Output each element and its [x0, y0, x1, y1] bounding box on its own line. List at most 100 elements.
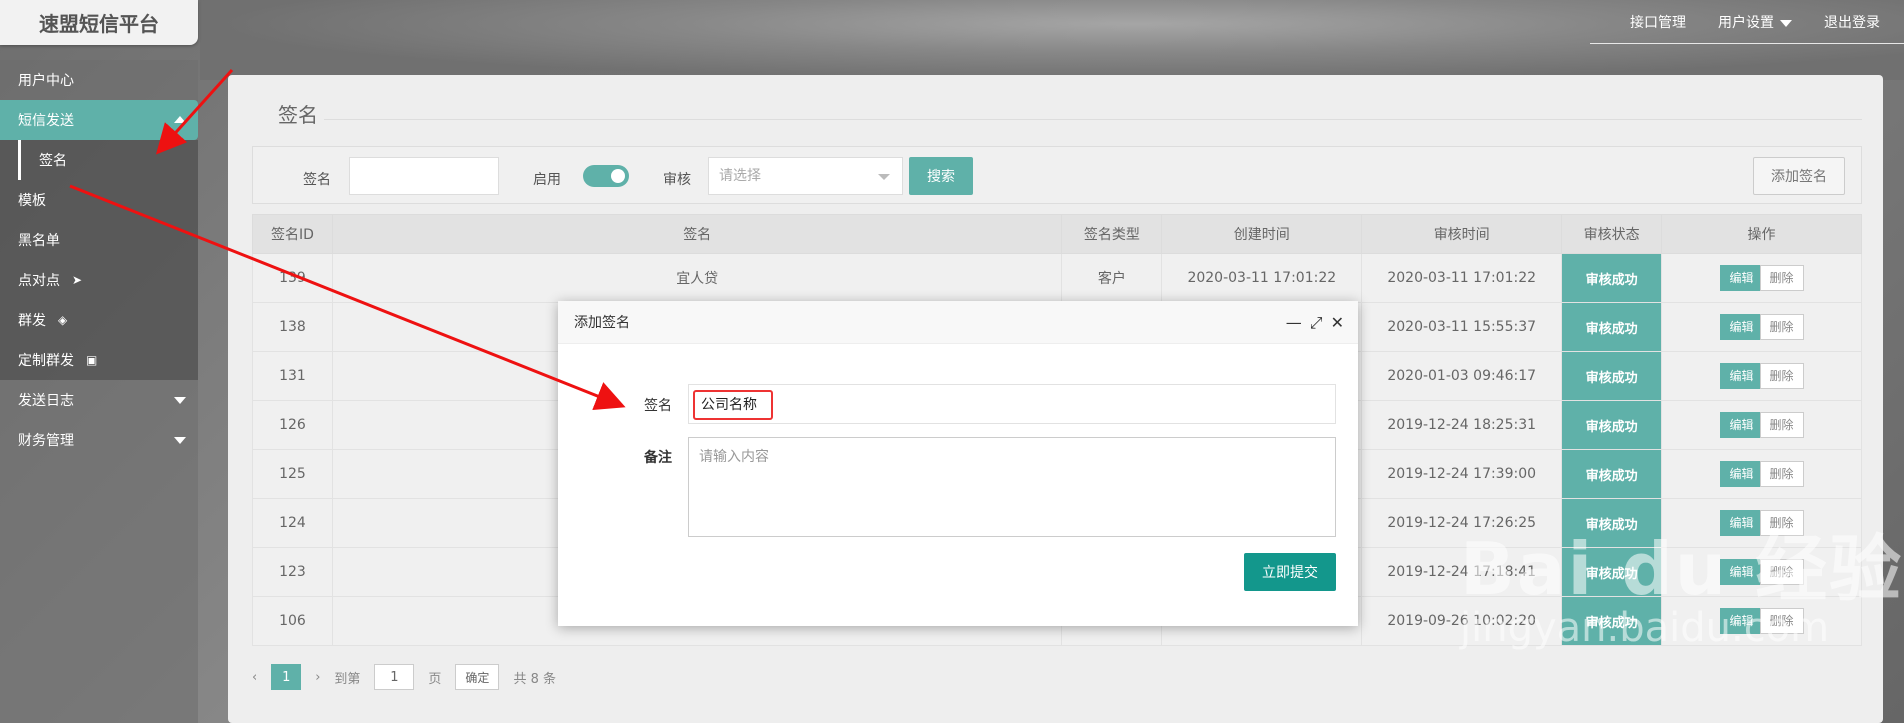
- prev-page-icon[interactable]: ‹: [252, 670, 257, 685]
- status-badge: 审核成功: [1561, 351, 1663, 401]
- chevron-down-icon: [174, 437, 186, 444]
- sidebar-item-label: 点对点: [18, 273, 60, 289]
- cell-audited: 2020-03-11 17:01:22: [1361, 253, 1563, 303]
- sidebar-item-send-log[interactable]: 发送日志: [0, 380, 198, 420]
- col-header: 创建时间: [1161, 214, 1363, 254]
- page-unit-label: 页: [428, 671, 442, 687]
- audit-select[interactable]: 请选择: [708, 157, 903, 195]
- signature-input-value: 公司名称: [693, 390, 773, 420]
- sidebar-item-label: 财务管理: [18, 433, 74, 449]
- pagination: ‹ 1 › 到第 1 页 确定 共 8 条: [252, 664, 556, 690]
- chevron-down-icon: [1780, 19, 1792, 27]
- cell-audited: 2019-12-24 17:39:00: [1361, 449, 1563, 499]
- sidebar: 用户中心 短信发送 签名 模板 黑名单 点对点 ➤ 群发 ◈ 定制群发 ▣ 发送日志 …: [0, 60, 198, 723]
- cell-audited: 2019-12-24 18:25:31: [1361, 400, 1563, 450]
- next-page-icon[interactable]: ›: [315, 670, 320, 685]
- search-button[interactable]: 搜索: [909, 157, 973, 195]
- filter-sign-label: 签名: [303, 172, 331, 188]
- col-header: 审核状态: [1561, 214, 1663, 254]
- cell-type: 客户: [1061, 253, 1163, 303]
- sidebar-item-label: 发送日志: [18, 393, 74, 409]
- title-divider: [252, 119, 1862, 120]
- delete-button[interactable]: 删除: [1759, 412, 1804, 438]
- sidebar-item-p2p[interactable]: 点对点 ➤: [0, 260, 198, 300]
- delete-button[interactable]: 删除: [1759, 314, 1804, 340]
- sidebar-item-label: 短信发送: [18, 113, 74, 129]
- modal-header: 添加签名 — ⤢ ✕: [558, 301, 1358, 344]
- image-icon: ▣: [86, 353, 98, 367]
- cell-id: 125: [252, 449, 333, 499]
- sidebar-item-user-center[interactable]: 用户中心: [0, 60, 198, 100]
- status-badge: 审核成功: [1561, 302, 1663, 352]
- sidebar-item-custom-mass-send[interactable]: 定制群发 ▣: [0, 340, 198, 380]
- sidebar-item-mass-send[interactable]: 群发 ◈: [0, 300, 198, 340]
- cell-actions: 编辑 删除: [1661, 302, 1862, 352]
- delete-button[interactable]: 删除: [1759, 461, 1804, 487]
- minimize-icon[interactable]: —: [1286, 313, 1302, 333]
- sidebar-item-blacklist[interactable]: 黑名单: [0, 220, 198, 260]
- cell-name: 宜人贷: [331, 253, 1063, 303]
- nav-user-settings-label: 用户设置: [1718, 15, 1774, 31]
- cell-id: 123: [252, 547, 333, 597]
- modal-title: 添加签名: [574, 315, 630, 331]
- edit-button[interactable]: 编辑: [1719, 314, 1764, 340]
- cell-id: 131: [252, 351, 333, 401]
- sidebar-submenu: 签名 模板 黑名单 点对点 ➤ 群发 ◈ 定制群发 ▣: [0, 140, 198, 380]
- cell-audited: 2020-01-03 09:46:17: [1361, 351, 1563, 401]
- sidebar-item-sms-send[interactable]: 短信发送: [0, 100, 198, 140]
- table-row: 139 宜人贷 客户 2020-03-11 17:01:22 2020-03-1…: [252, 253, 1862, 303]
- watermark-logo: Bai du 经验: [1460, 527, 1904, 611]
- maximize-icon[interactable]: ⤢: [1310, 313, 1323, 333]
- modal-sign-label: 签名: [644, 398, 672, 414]
- page-jump-confirm-button[interactable]: 确定: [455, 664, 500, 690]
- cell-actions: 编辑 删除: [1661, 400, 1862, 450]
- edit-button[interactable]: 编辑: [1719, 265, 1764, 291]
- goto-label: 到第: [334, 671, 361, 687]
- cell-id: 139: [252, 253, 333, 303]
- col-header: 审核时间: [1361, 214, 1563, 254]
- sidebar-item-signature[interactable]: 签名: [18, 140, 198, 180]
- cell-actions: 编辑 删除: [1661, 351, 1862, 401]
- col-header: 签名ID: [252, 214, 333, 254]
- nav-logout[interactable]: 退出登录: [1824, 12, 1880, 32]
- page-number-current[interactable]: 1: [271, 664, 302, 690]
- delete-button[interactable]: 删除: [1759, 363, 1804, 389]
- layers-icon: ◈: [58, 313, 68, 327]
- modal-remark-label: 备注: [644, 450, 672, 466]
- send-icon: ➤: [72, 273, 83, 287]
- enable-toggle[interactable]: [583, 165, 629, 187]
- cell-actions: 编辑 删除: [1661, 253, 1862, 303]
- sidebar-item-finance[interactable]: 财务管理: [0, 420, 198, 460]
- sidebar-item-template[interactable]: 模板: [0, 180, 198, 220]
- page-jump-input[interactable]: 1: [374, 664, 415, 690]
- filter-enable-label: 启用: [533, 172, 561, 188]
- edit-button[interactable]: 编辑: [1719, 412, 1764, 438]
- add-signature-button[interactable]: 添加签名: [1753, 157, 1845, 195]
- page-title: 签名: [252, 99, 1862, 128]
- status-badge: 审核成功: [1561, 449, 1663, 499]
- nav-user-settings[interactable]: 用户设置: [1718, 12, 1792, 32]
- nav-api-management[interactable]: 接口管理: [1630, 12, 1686, 32]
- edit-button[interactable]: 编辑: [1719, 461, 1764, 487]
- col-header: 操作: [1661, 214, 1862, 254]
- sign-search-input[interactable]: [349, 157, 499, 195]
- total-count: 共 8 条: [513, 671, 556, 687]
- top-divider: [1590, 43, 1904, 44]
- filter-bar: 签名 启用 审核 请选择 搜索 添加签名: [252, 146, 1862, 204]
- filter-audit-label: 审核: [663, 172, 691, 188]
- page-title-text: 签名: [252, 99, 324, 128]
- chevron-up-icon: [174, 116, 186, 123]
- edit-button[interactable]: 编辑: [1719, 363, 1764, 389]
- cell-id: 126: [252, 400, 333, 450]
- close-icon[interactable]: ✕: [1331, 313, 1344, 333]
- submit-button[interactable]: 立即提交: [1244, 553, 1336, 591]
- status-badge: 审核成功: [1561, 400, 1663, 450]
- remark-textarea[interactable]: 请输入内容: [688, 437, 1336, 537]
- cell-id: 106: [252, 596, 333, 646]
- brand-logo: 速盟短信平台: [0, 0, 198, 45]
- delete-button[interactable]: 删除: [1759, 265, 1804, 291]
- cell-id: 124: [252, 498, 333, 548]
- col-header: 签名类型: [1061, 214, 1163, 254]
- signature-input[interactable]: 公司名称: [688, 384, 1336, 424]
- add-signature-modal: 添加签名 — ⤢ ✕ 签名 公司名称 备注 请输入内容 立即提交: [558, 301, 1358, 626]
